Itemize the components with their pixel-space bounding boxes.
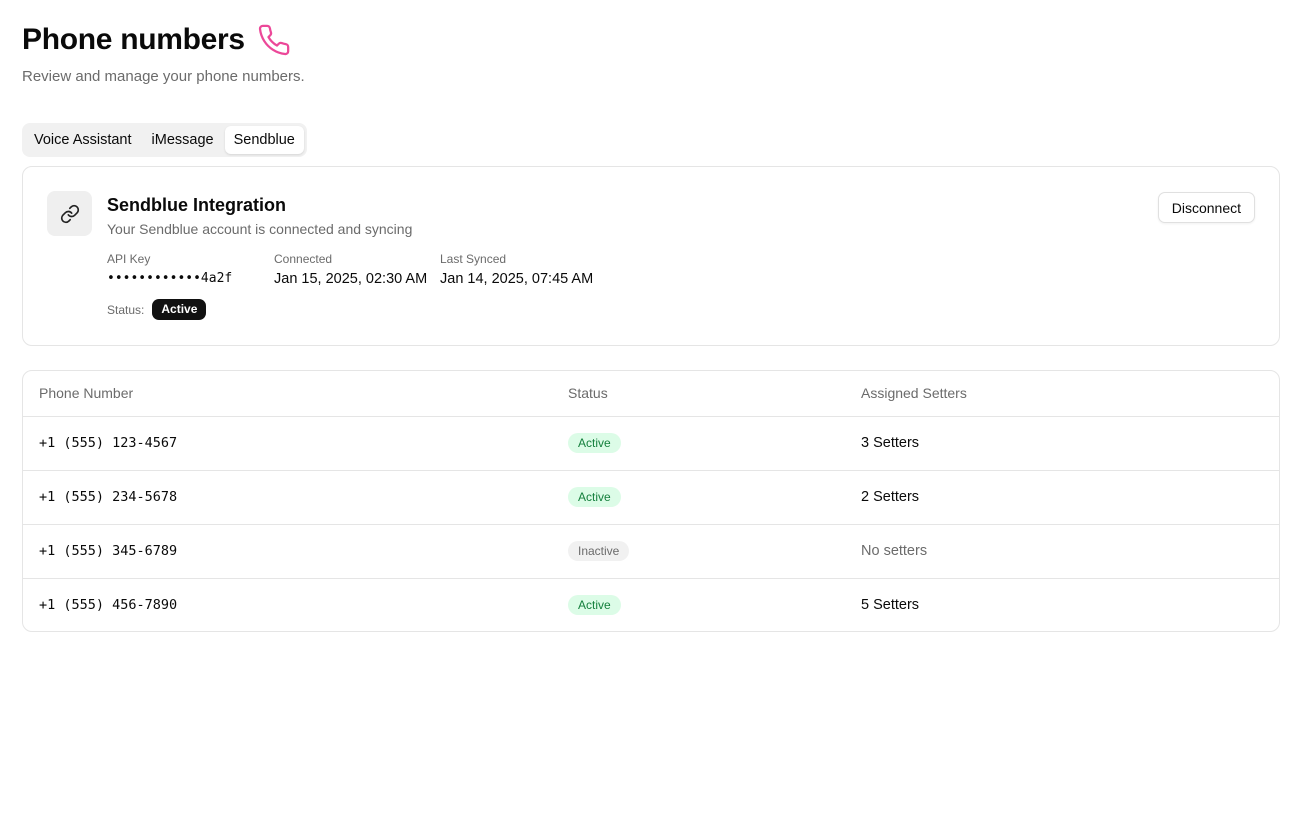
connected-label: Connected xyxy=(274,252,333,266)
status-cell: Active xyxy=(552,578,845,631)
phone-number-cell: +1 (555) 456-7890 xyxy=(39,597,178,614)
phone-number-cell: +1 (555) 123-4567 xyxy=(23,416,552,471)
assigned-setters-cell: No setters xyxy=(845,524,1279,579)
phone-icon xyxy=(257,23,291,57)
last-synced-value: Jan 14, 2025, 07:45 AM xyxy=(440,271,594,287)
table-row[interactable]: +1 (555) 456-7890 Active 5 Setters xyxy=(23,578,1279,631)
status-cell: Active xyxy=(552,470,845,525)
disconnect-button[interactable]: Disconnect xyxy=(1157,192,1255,223)
table-row[interactable]: +1 (555) 234-5678 Active 2 Setters xyxy=(23,470,1279,525)
page-subtitle: Review and manage your phone numbers. xyxy=(22,68,305,85)
assigned-setters-cell: 5 Setters xyxy=(861,597,920,614)
phone-number-cell: +1 (555) 345-6789 xyxy=(23,524,552,579)
connected-value: Jan 15, 2025, 02:30 AM xyxy=(274,271,428,287)
api-key-block: API Key ••••••••••••4a2f xyxy=(107,252,232,288)
column-header-phone-number[interactable]: Phone Number xyxy=(23,371,552,417)
api-key-value: ••••••••••••4a2f xyxy=(107,271,233,286)
tab-list: Voice Assistant iMessage Sendblue xyxy=(22,123,307,157)
status-cell: Inactive xyxy=(552,524,845,579)
status-cell: Active xyxy=(552,416,845,471)
integration-description: Your Sendblue account is connected and s… xyxy=(107,221,413,237)
tab-voice-assistant[interactable]: Voice Assistant xyxy=(25,126,141,154)
status-badge: Inactive xyxy=(568,541,630,561)
tab-sendblue[interactable]: Sendblue xyxy=(224,126,304,154)
page-title: Phone numbers xyxy=(22,23,245,56)
column-header-assigned-setters[interactable]: Assigned Setters xyxy=(845,371,1279,417)
status-badge: Active xyxy=(568,595,621,616)
column-header-status[interactable]: Status xyxy=(552,371,845,417)
last-synced-label: Last Synced xyxy=(440,252,507,266)
tab-imessage[interactable]: iMessage xyxy=(143,126,223,154)
status-badge: Active xyxy=(568,433,621,453)
table-row[interactable]: +1 (555) 345-6789 Inactive No setters xyxy=(23,524,1279,579)
status-label: Status: xyxy=(107,302,145,317)
integration-icon-box xyxy=(47,191,92,236)
assigned-setters-cell: 3 Setters xyxy=(845,416,1279,471)
integration-status-row: Status: Active xyxy=(107,299,207,320)
connected-block: Connected Jan 15, 2025, 02:30 AM xyxy=(274,252,427,288)
last-synced-block: Last Synced Jan 14, 2025, 07:45 AM xyxy=(440,252,593,288)
link-icon xyxy=(60,204,79,223)
integration-title: Sendblue Integration xyxy=(107,195,287,215)
api-key-label: API Key xyxy=(107,252,151,266)
assigned-setters-cell: 2 Setters xyxy=(845,470,1279,525)
status-badge: Active xyxy=(152,299,207,320)
table-header-row: Phone Number Status Assigned Setters xyxy=(23,371,1279,417)
integration-card: Sendblue Integration Your Sendblue accou… xyxy=(22,166,1280,346)
table-row[interactable]: +1 (555) 123-4567 Active 3 Setters xyxy=(23,416,1279,471)
page-header: Phone numbers xyxy=(22,22,291,58)
phone-number-cell: +1 (555) 234-5678 xyxy=(23,470,552,525)
status-badge: Active xyxy=(568,487,621,507)
phone-numbers-table: Phone Number Status Assigned Setters +1 … xyxy=(22,370,1280,632)
